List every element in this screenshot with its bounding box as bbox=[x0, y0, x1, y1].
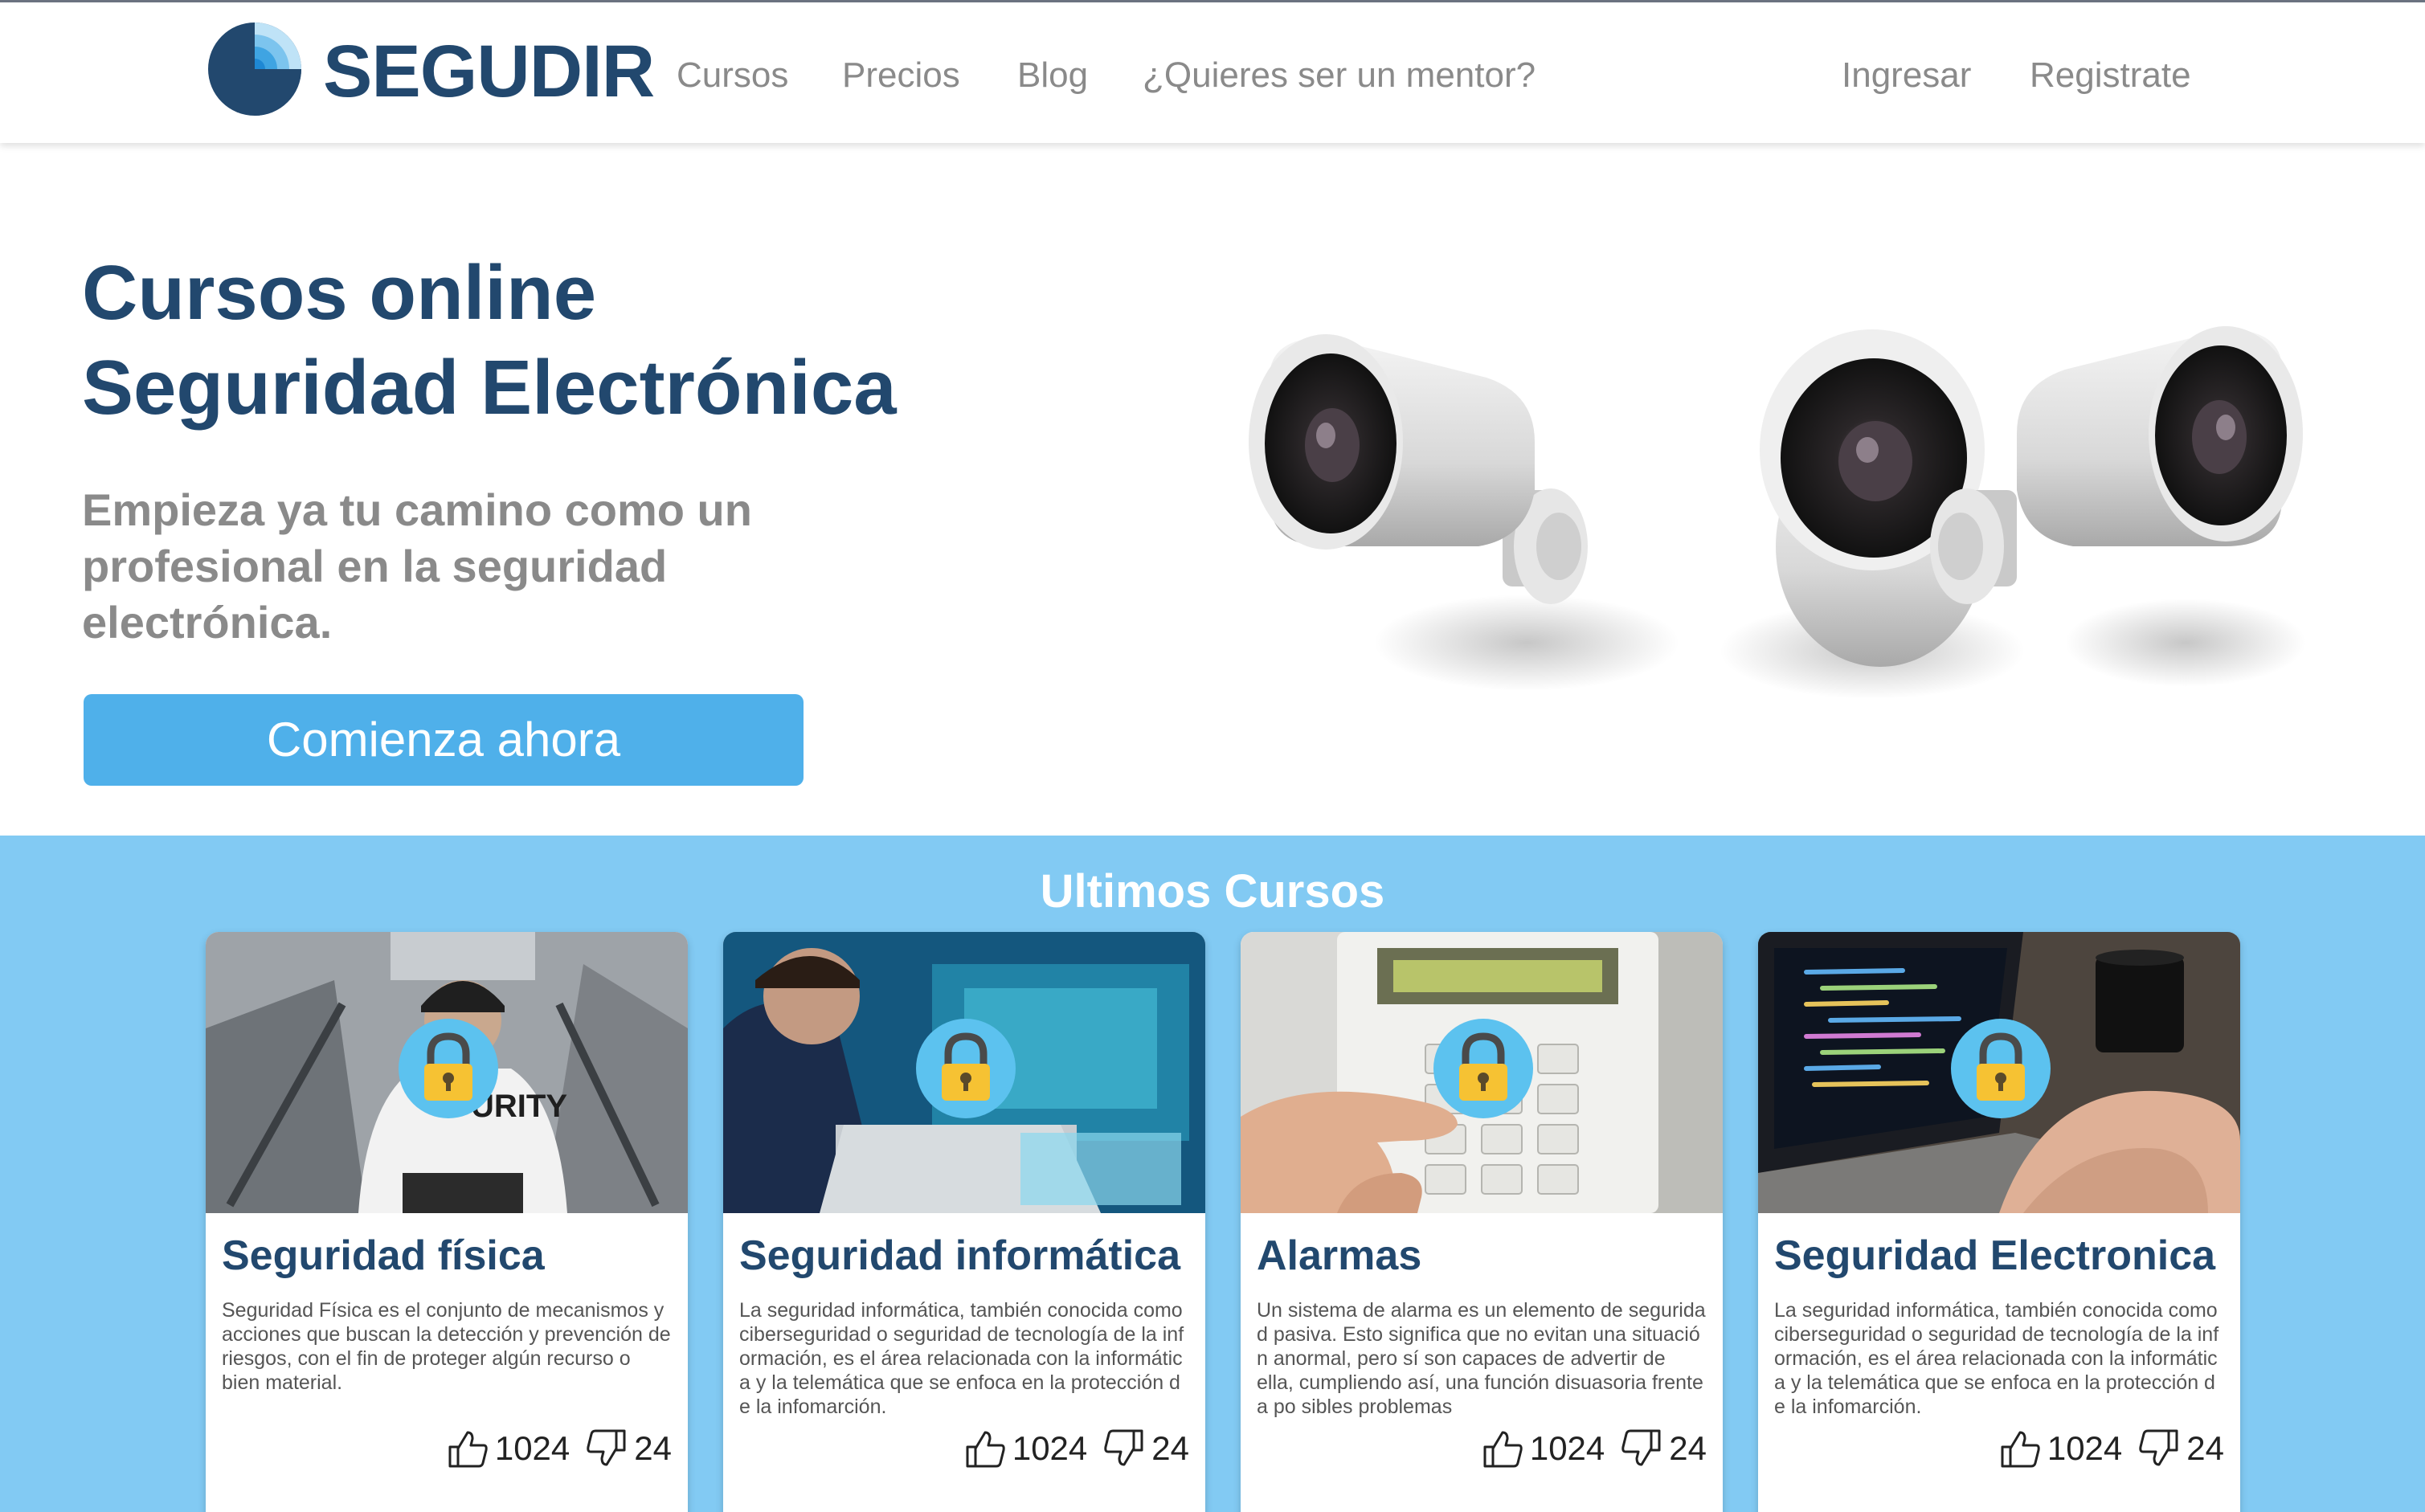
course-title[interactable]: Seguridad física bbox=[222, 1231, 680, 1281]
nav-link-precios[interactable]: Precios bbox=[842, 54, 960, 97]
course-votes: 1024 24 bbox=[445, 1424, 672, 1473]
start-now-button[interactable]: Comienza ahora bbox=[84, 694, 804, 786]
lock-icon bbox=[916, 1019, 1016, 1118]
login-link[interactable]: Ingresar bbox=[1842, 54, 1971, 97]
like-button[interactable]: 1024 bbox=[1998, 1426, 2122, 1471]
hero-title: Cursos online Seguridad Electrónica bbox=[82, 246, 1046, 435]
dislike-count: 24 bbox=[1151, 1429, 1189, 1467]
brand-name[interactable]: SEGUDIR bbox=[323, 35, 655, 108]
register-link[interactable]: Registrate bbox=[2030, 54, 2191, 97]
dislike-button[interactable]: 24 bbox=[2137, 1426, 2224, 1471]
like-count: 1024 bbox=[1529, 1429, 1605, 1467]
course-description: Un sistema de alarma es un elemento de s… bbox=[1257, 1299, 1706, 1418]
course-title[interactable]: Seguridad Electronica bbox=[1774, 1231, 2232, 1281]
security-camera-icon bbox=[1249, 334, 1588, 604]
lock-icon bbox=[1951, 1019, 2051, 1118]
nav-link-mentor[interactable]: ¿Quieres ser un mentor? bbox=[1143, 54, 1536, 97]
thumbs-down-icon bbox=[1621, 1429, 1661, 1466]
top-navbar: SEGUDIR Cursos Precios Blog ¿Quieres ser… bbox=[0, 0, 2425, 143]
course-card-seguridad-fisica[interactable]: URITY Seguridad física Seguridad Física … bbox=[206, 932, 688, 1512]
dislike-count: 24 bbox=[1669, 1429, 1707, 1467]
dislike-count: 24 bbox=[634, 1429, 672, 1467]
thumbs-up-icon bbox=[2001, 1431, 2040, 1468]
course-description: La seguridad informática, también conoci… bbox=[739, 1299, 1184, 1418]
thumbs-down-icon bbox=[587, 1429, 626, 1466]
like-button[interactable]: 1024 bbox=[963, 1426, 1087, 1471]
thumbs-up-icon bbox=[966, 1431, 1005, 1468]
lock-icon bbox=[399, 1019, 498, 1118]
hero-subtitle: Empieza ya tu camino como un profesional… bbox=[82, 484, 752, 648]
course-card-seguridad-informatica[interactable]: Seguridad informática La seguridad infor… bbox=[723, 932, 1205, 1512]
like-count: 1024 bbox=[1012, 1429, 1088, 1467]
nav-link-blog[interactable]: Blog bbox=[1017, 54, 1088, 97]
course-votes: 1024 24 bbox=[1998, 1424, 2224, 1473]
like-button[interactable]: 1024 bbox=[1480, 1426, 1605, 1471]
course-card-alarmas[interactable]: Alarmas Un sistema de alarma es un eleme… bbox=[1241, 932, 1723, 1512]
course-description: Seguridad Física es el conjunto de mecan… bbox=[222, 1299, 671, 1394]
like-count: 1024 bbox=[2047, 1429, 2123, 1467]
course-title[interactable]: Alarmas bbox=[1257, 1231, 1715, 1281]
like-button[interactable]: 1024 bbox=[445, 1426, 570, 1471]
course-card-seguridad-electronica[interactable]: Seguridad Electronica La seguridad infor… bbox=[1758, 932, 2240, 1512]
logo-icon[interactable] bbox=[206, 20, 304, 118]
lock-icon bbox=[1433, 1019, 1533, 1118]
thumbs-up-icon bbox=[1483, 1431, 1523, 1468]
course-votes: 1024 24 bbox=[963, 1424, 1189, 1473]
dislike-button[interactable]: 24 bbox=[1619, 1426, 1707, 1471]
course-description: La seguridad informática, también conoci… bbox=[1774, 1299, 2219, 1418]
security-cameras-illustration bbox=[1249, 326, 2306, 699]
latest-courses-section: Ultimos Cursos URITY Seguridad física Se… bbox=[0, 836, 2425, 1512]
hero-title-line-2: Seguridad Electrónica bbox=[82, 345, 897, 431]
dislike-button[interactable]: 24 bbox=[1102, 1426, 1189, 1471]
thumbs-up-icon bbox=[448, 1431, 488, 1468]
hero-title-line-1: Cursos online bbox=[82, 250, 597, 336]
course-votes: 1024 24 bbox=[1480, 1424, 1707, 1473]
nav-link-cursos[interactable]: Cursos bbox=[677, 54, 788, 97]
security-camera-icon bbox=[1930, 326, 2303, 604]
thumbs-down-icon bbox=[2139, 1429, 2178, 1466]
dislike-button[interactable]: 24 bbox=[584, 1426, 672, 1471]
like-count: 1024 bbox=[494, 1429, 570, 1467]
thumbs-down-icon bbox=[1104, 1429, 1143, 1466]
section-title: Ultimos Cursos bbox=[1040, 865, 1385, 917]
dislike-count: 24 bbox=[2186, 1429, 2224, 1467]
course-title[interactable]: Seguridad informática bbox=[739, 1231, 1197, 1281]
